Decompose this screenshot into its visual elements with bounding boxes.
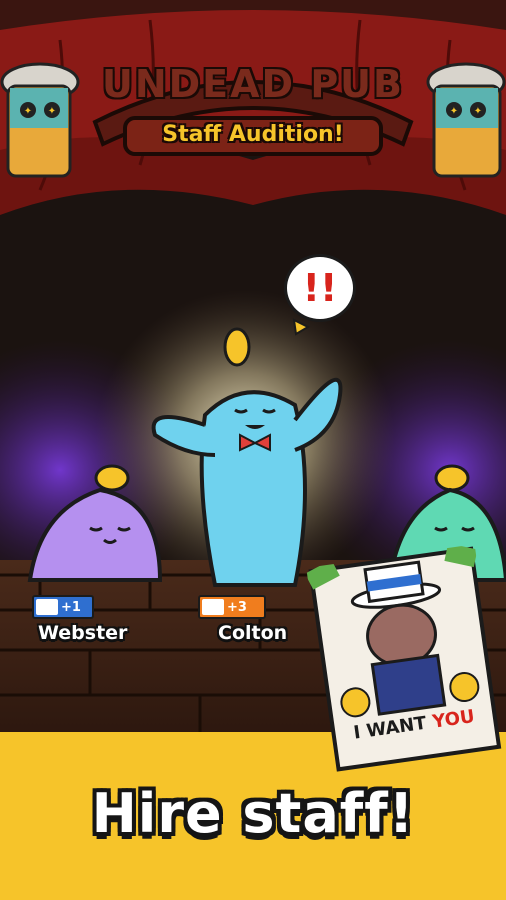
sign-subtitle: Staff Audition! <box>162 122 344 147</box>
svg-text:✦: ✦ <box>474 106 482 117</box>
svg-text:✦: ✦ <box>24 106 32 117</box>
poster-art <box>306 544 502 772</box>
svg-text:✦: ✦ <box>48 106 56 117</box>
stat-badge: +3 <box>198 595 266 619</box>
candidate-name: Webster <box>38 622 128 644</box>
hire-cost-icon <box>36 599 58 615</box>
badge-value: +1 <box>61 599 81 615</box>
i-want-you-poster[interactable]: I WANT YOU <box>306 544 504 776</box>
hire-cost-icon <box>202 599 224 615</box>
stat-badge: +1 <box>32 595 94 619</box>
svg-text:✦: ✦ <box>450 106 458 117</box>
blue-slime-character[interactable] <box>145 325 355 595</box>
skull-mug-icon: ✦ ✦ <box>0 62 80 178</box>
promo-headline: Hire staff! <box>91 782 415 845</box>
game-screen: UNDEAD PUB Staff Audition! ✦ ✦ ✦ ✦ !! +1… <box>0 0 506 900</box>
pub-sign: UNDEAD PUB Staff Audition! <box>85 52 421 162</box>
skull-mug-icon: ✦ ✦ <box>426 62 506 178</box>
candidate-name: Colton <box>218 622 288 644</box>
alert-bubble: !! <box>284 254 356 322</box>
badge-value: +3 <box>227 599 247 615</box>
sign-title: UNDEAD PUB <box>101 62 404 106</box>
